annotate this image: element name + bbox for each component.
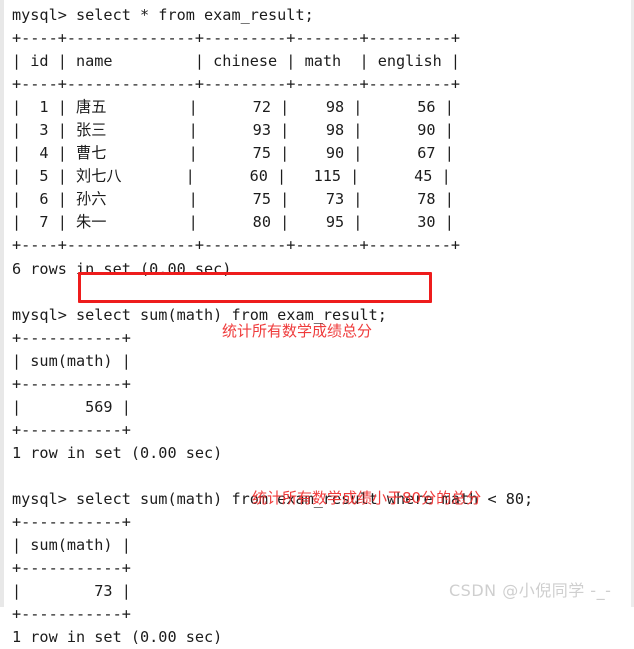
annotation-sum-all-math: 统计所有数学成绩总分 (222, 322, 373, 340)
mysql-terminal-window[interactable]: mysql> select * from exam_result; +----+… (0, 0, 634, 646)
csdn-watermark: CSDN @小倪同学 -_- (449, 581, 612, 600)
annotation-sum-math-under-80: 统计所有数学成绩小于80分的总分 (252, 489, 482, 507)
